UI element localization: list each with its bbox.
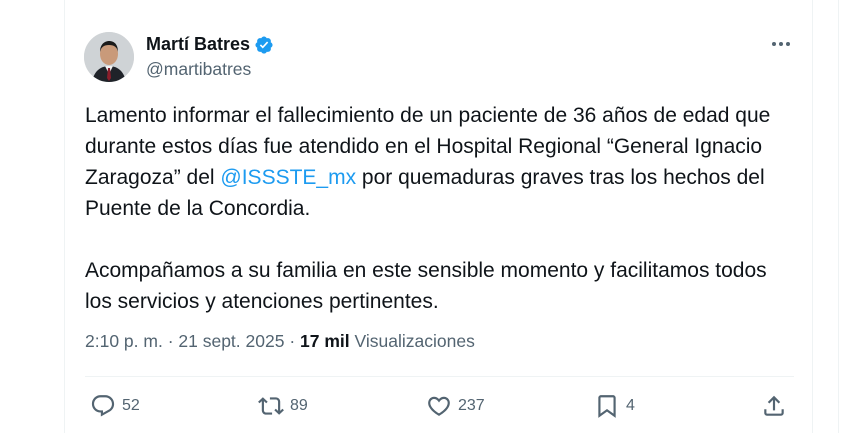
tweet-paragraph-1: Lamento informar el fallecimiento de un … [85,104,771,220]
avatar[interactable] [84,32,134,82]
tweet-paragraph-2: Acompañamos a su familia en este sensibl… [85,259,767,313]
views-count: 17 mil [300,331,350,351]
tweet-text: Lamento informar el fallecimiento de un … [85,100,785,317]
author-name-row: Martí Batres [146,34,274,55]
like-button[interactable]: 237 [426,392,485,420]
repost-count: 89 [290,397,308,414]
bookmark-icon [598,395,616,418]
more-button[interactable] [769,34,793,54]
tweet-date[interactable]: 21 sept. 2025 [178,331,284,351]
author-handle[interactable]: @martibatres [146,59,251,80]
reply-count: 52 [122,397,140,414]
views-label: Visualizaciones [354,331,475,351]
bookmark-button[interactable]: 4 [594,392,635,420]
right-column-edge [838,0,855,433]
verified-badge-icon [255,35,273,54]
tweet-time[interactable]: 2:10 p. m. [85,331,163,351]
divider [85,376,794,377]
mention-link[interactable]: @ISSSTE_mx [220,166,356,189]
action-bar: 52 89 237 4 [90,392,787,420]
like-icon [428,396,450,416]
tweet-meta: 2:10 p. m. · 21 sept. 2025 · 17 mil Visu… [85,331,475,351]
reply-button[interactable]: 52 [90,392,140,420]
reply-icon [91,395,115,417]
share-icon [764,395,784,416]
repost-icon [258,397,284,415]
share-button[interactable] [761,392,787,420]
bookmark-count: 4 [626,397,635,414]
repost-button[interactable]: 89 [258,392,308,420]
more-icon [772,42,790,46]
author-name[interactable]: Martí Batres [146,34,250,55]
like-count: 237 [458,397,485,414]
